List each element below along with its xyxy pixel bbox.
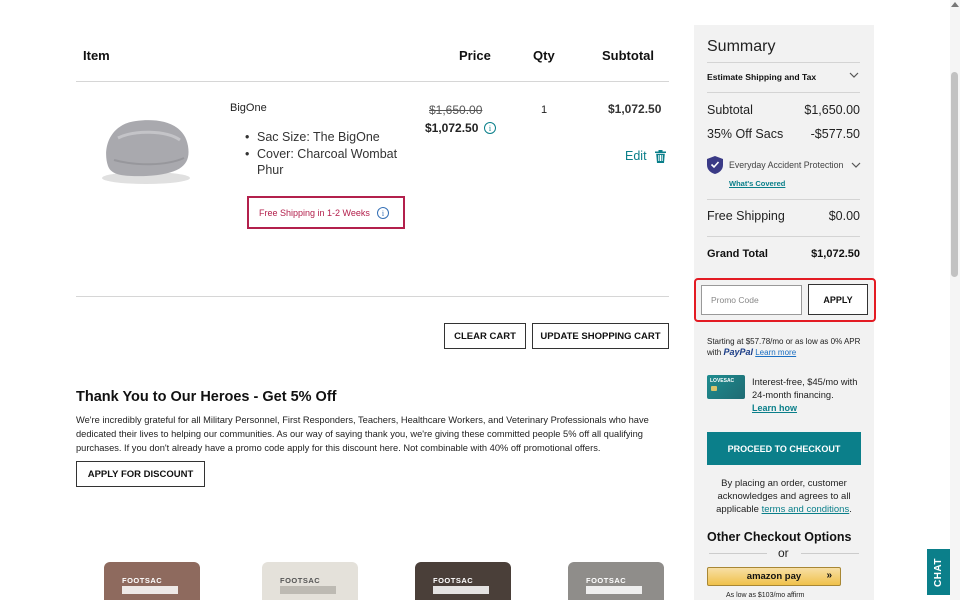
- thumb-badge: [122, 586, 178, 594]
- summary-divider: [707, 92, 860, 93]
- trash-icon[interactable]: [655, 150, 666, 163]
- thumb-badge: [586, 586, 642, 594]
- accident-protection-label[interactable]: Everyday Accident Protection: [729, 160, 843, 170]
- thumb-label: FOOTSAC: [586, 576, 627, 585]
- product-thumb[interactable]: FOOTSAC: [568, 562, 664, 600]
- chevron-down-icon[interactable]: [849, 72, 859, 78]
- shipping-value: $0.00: [828, 209, 860, 223]
- interest-free-text: Interest-free, $45/mo with 24-month fina…: [752, 377, 858, 400]
- shipping-note: Free Shipping in 1-2 Weeks i: [247, 196, 405, 229]
- lovesac-card-icon: LOVESAC: [707, 375, 745, 399]
- sale-price: $1,072.50: [425, 121, 479, 135]
- thumb-label: FOOTSAC: [122, 576, 163, 585]
- quantity: 1: [541, 104, 548, 116]
- product-image[interactable]: [96, 108, 196, 188]
- paypal-logo: PayPal: [723, 347, 753, 357]
- grand-total-value: $1,072.50: [811, 248, 860, 260]
- price-info-icon[interactable]: i: [484, 122, 496, 134]
- header-divider: [76, 81, 669, 82]
- chat-label: CHAT: [933, 557, 944, 587]
- proceed-to-checkout-button[interactable]: PROCEED TO CHECKOUT: [707, 432, 861, 465]
- summary-divider: [707, 199, 860, 200]
- learn-more-link[interactable]: Learn more: [755, 348, 796, 357]
- affirm-text: As low as $103/mo affirm: [726, 592, 805, 599]
- subtotal-label: Subtotal: [707, 103, 753, 117]
- chevron-down-icon[interactable]: [851, 162, 861, 168]
- double-chevron-icon: »: [826, 570, 832, 581]
- estimate-shipping-toggle[interactable]: Estimate Shipping and Tax: [707, 72, 816, 82]
- or-text: or: [778, 546, 789, 560]
- discount-label: 35% Off Sacs: [707, 127, 784, 141]
- product-options: Sac Size: The BigOne Cover: Charcoal Wom…: [245, 129, 405, 179]
- heroes-title: Thank You to Our Heroes - Get 5% Off: [76, 389, 337, 405]
- summary-divider: [707, 236, 860, 237]
- update-cart-button[interactable]: UPDATE SHOPPING CART: [532, 323, 669, 349]
- promo-code-input[interactable]: [701, 285, 802, 315]
- shield-icon: [707, 156, 723, 174]
- heroes-description: We're incredibly grateful for all Milita…: [76, 415, 649, 453]
- terms-notice: By placing an order, customer acknowledg…: [707, 477, 861, 516]
- thumb-label: FOOTSAC: [433, 576, 474, 585]
- apply-promo-button[interactable]: APPLY: [808, 284, 868, 315]
- paypal-financing: Starting at $57.78/mo or as low as 0% AP…: [707, 336, 867, 358]
- shipping-label: Free Shipping: [707, 209, 785, 223]
- scroll-up-arrow-icon[interactable]: [951, 2, 959, 7]
- header-subtotal: Subtotal: [602, 48, 654, 63]
- product-name[interactable]: BigOne: [230, 102, 267, 114]
- terms-link[interactable]: terms and conditions: [762, 504, 850, 515]
- amazon-pay-label: amazon pay: [746, 571, 802, 582]
- edit-link[interactable]: Edit: [625, 149, 647, 163]
- cart-divider: [76, 296, 669, 297]
- product-thumb[interactable]: FOOTSAC: [262, 562, 358, 600]
- summary-divider: [707, 62, 860, 63]
- product-thumb[interactable]: FOOTSAC: [104, 562, 200, 600]
- learn-how-link[interactable]: Learn how: [752, 403, 797, 413]
- header-item: Item: [83, 48, 110, 63]
- amazon-pay-button[interactable]: amazon pay »: [707, 567, 841, 586]
- card-chip: [711, 386, 717, 391]
- scrollbar-thumb[interactable]: [951, 72, 958, 277]
- subtotal-value: $1,650.00: [804, 103, 860, 117]
- line-subtotal: $1,072.50: [608, 102, 662, 116]
- or-divider: [801, 553, 859, 554]
- chat-button[interactable]: CHAT: [927, 549, 950, 595]
- apply-for-discount-button[interactable]: APPLY FOR DISCOUNT: [76, 461, 205, 487]
- or-divider: [709, 553, 767, 554]
- original-price: $1,650.00: [429, 103, 483, 117]
- thumb-label: FOOTSAC: [280, 576, 321, 585]
- discount-value: -$577.50: [810, 127, 860, 141]
- thumb-badge: [433, 586, 489, 594]
- thumb-badge: [280, 586, 336, 594]
- option-cover: Cover: Charcoal Wombat Phur: [245, 146, 405, 179]
- shipping-note-text: Free Shipping in 1-2 Weeks: [259, 207, 370, 218]
- option-sac-size: Sac Size: The BigOne: [245, 129, 405, 146]
- summary-title: Summary: [707, 38, 776, 55]
- header-qty: Qty: [533, 48, 555, 63]
- whats-covered-link[interactable]: What's Covered: [729, 179, 785, 188]
- product-thumb[interactable]: FOOTSAC: [415, 562, 511, 600]
- other-checkout-title: Other Checkout Options: [707, 530, 852, 544]
- terms-period: .: [849, 504, 852, 515]
- grand-total-label: Grand Total: [707, 248, 768, 260]
- info-icon[interactable]: i: [377, 207, 389, 219]
- clear-cart-button[interactable]: CLEAR CART: [444, 323, 526, 349]
- header-price: Price: [459, 48, 491, 63]
- card-label: LOVESAC: [710, 378, 735, 384]
